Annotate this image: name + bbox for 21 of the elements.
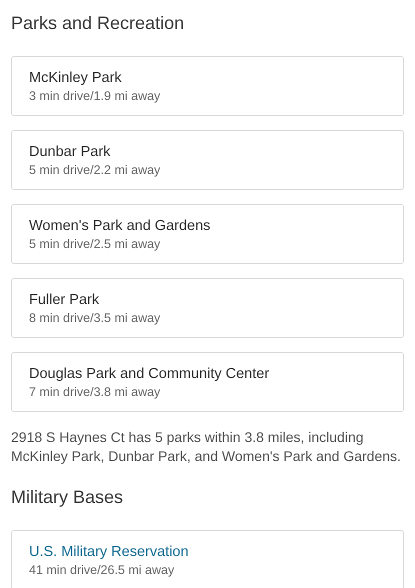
summary-text: 2918 S Haynes Ct has 5 parks within 3.8 miles, including McKinley Park, Dunbar Park, and Women's Park and Gardens. <box>11 428 402 466</box>
drive-distance: 8 min drive/3.5 mi away <box>29 310 160 327</box>
place-name: McKinley Park <box>29 69 122 88</box>
drive-distance: 5 min drive/2.2 mi away <box>29 162 160 179</box>
place-card[interactable]: McKinley Park 3 min drive/1.9 mi away <box>11 56 404 116</box>
place-card[interactable]: Women's Park and Gardens 5 min drive/2.5 mi away <box>11 204 404 264</box>
section-heading: Military Bases <box>11 486 124 509</box>
place-name: Fuller Park <box>29 291 100 310</box>
drive-distance: 7 min drive/3.8 mi away <box>29 384 160 401</box>
place-card[interactable]: Douglas Park and Community Center 7 min drive/3.8 mi away <box>11 352 404 412</box>
section-heading: Parks and Recreation <box>11 12 186 35</box>
place-card[interactable]: U.S. Military Reservation 41 min drive/26.5 mi away <box>11 530 404 588</box>
place-card[interactable]: Dunbar Park 5 min drive/2.2 mi away <box>11 130 404 190</box>
drive-distance: 5 min drive/2.5 mi away <box>29 236 160 253</box>
place-link[interactable]: U.S. Military Reservation <box>29 542 189 562</box>
place-name: Dunbar Park <box>29 143 110 162</box>
drive-distance: 41 min drive/26.5 mi away <box>29 562 174 579</box>
place-name: Women's Park and Gardens <box>29 217 210 236</box>
place-name: Douglas Park and Community Center <box>29 365 270 384</box>
drive-distance: 3 min drive/1.9 mi away <box>29 88 160 105</box>
place-card[interactable]: Fuller Park 8 min drive/3.5 mi away <box>11 278 404 338</box>
